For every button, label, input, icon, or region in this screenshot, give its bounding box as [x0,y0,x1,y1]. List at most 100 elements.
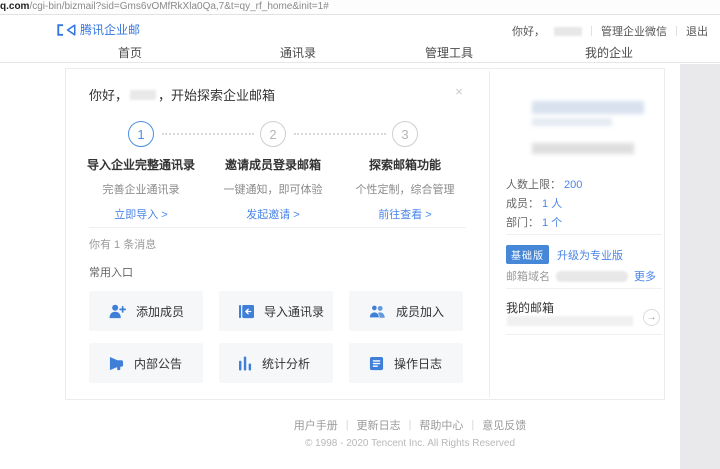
tab-admin-tools[interactable]: 管理工具 [425,44,473,61]
entry-label: 添加成员 [136,304,185,319]
footer-separator: | [471,419,475,431]
header-user-area: 你好， 管理企业微信 退出 [512,23,708,39]
import-contacts-icon [239,304,254,318]
section-divider [89,227,466,228]
step-2-title: 邀请成员登录邮箱 [224,158,321,172]
member-join-button[interactable]: 成员加入 [349,291,463,331]
greeting-suffix: ，开始探索企业邮箱 [158,88,276,103]
stat-label: 成员： [506,198,539,210]
redacted-company-name [532,101,644,114]
import-contacts-button[interactable]: 导入通讯录 [219,291,333,331]
domain-row: 邮箱域名 更多 [506,268,656,284]
redacted-company-subtitle [532,118,612,126]
copyright-text: © 1998 - 2020 Tencent Inc. All Rights Re… [304,438,516,449]
redacted-username [554,26,582,36]
step-3-circle: 3 [392,121,418,147]
step-3: 探索邮箱功能 个性定制，综合管理 前往查看 > [330,156,480,222]
sidebar-divider [506,288,662,289]
tab-my-enterprise[interactable]: 我的企业 [585,44,633,61]
operation-log-icon [369,356,384,370]
message-count-link[interactable]: 你有 1 条消息 [89,236,156,252]
step-1-desc: 完善企业通讯录 [102,184,180,196]
step-2-action-link[interactable]: 发起邀请 > [198,206,348,222]
add-member-icon [109,304,126,318]
redacted-email-address [507,316,633,326]
home-card: 你好， ，开始探索企业邮箱 × 1 2 3 导入企业完整通讯录 完善企业通讯录 … [65,68,665,400]
page-gutter [680,64,720,469]
url-path: /cgi-bin/bizmail?sid=Gms6vOMfRkXla0Qa,7&… [29,1,329,12]
stat-value: 200 [564,179,583,191]
plan-row: 基础版 升级为专业版 [506,245,623,264]
footer-links: 用户手册 | 更新日志 | 帮助中心 | 意见反馈 [294,417,527,433]
entry-label: 成员加入 [396,304,445,319]
header-separator [676,26,677,36]
add-member-button[interactable]: 添加成员 [89,291,203,331]
sidebar-divider [506,334,662,335]
stat-departments: 部门： 1 个 [506,214,562,230]
redacted-domain [556,270,628,282]
greeting-text: 你好， [512,26,545,38]
step-3-title: 探索邮箱功能 [368,158,441,172]
announcement-button[interactable]: 内部公告 [89,343,203,383]
logo-text: 腾讯企业邮 [80,23,141,37]
quick-entry-title: 常用入口 [89,267,133,279]
statistics-icon [239,356,252,370]
step-1-title: 导入企业完整通讯录 [86,158,195,172]
exmail-logo-icon [57,23,76,36]
entry-label: 导入通讯录 [264,304,325,319]
step-connector [294,133,386,135]
onboarding-greeting: 你好， ，开始探索企业邮箱 [89,85,275,104]
logout-link[interactable]: 退出 [686,23,708,39]
card-vertical-divider [489,71,490,397]
close-icon[interactable]: × [452,85,466,99]
stat-value: 1 个 [542,217,563,229]
arrow-right-icon: → [646,312,657,323]
app-header: 腾讯企业邮 你好， 管理企业微信 退出 [0,15,720,41]
operation-log-button[interactable]: 操作日志 [349,343,463,383]
my-mailbox-title: 我的邮箱 [506,301,555,315]
entry-label: 统计分析 [262,356,311,371]
entry-label: 操作日志 [394,356,443,371]
redacted-admin-name [130,89,157,100]
app-logo[interactable]: 腾讯企业邮 [57,21,140,38]
footer-link-user-manual[interactable]: 用户手册 [294,417,338,433]
screen: q.com/cgi-bin/bizmail?sid=Gms6vOMfRkXla0… [0,0,720,469]
step-2-desc: 一键通知，即可体验 [223,184,323,196]
footer-link-help-center[interactable]: 帮助中心 [419,417,463,433]
step-1-circle: 1 [128,121,154,147]
step-1: 导入企业完整通讯录 完善企业通讯录 立即导入 > [66,156,216,222]
stat-value: 1 人 [542,198,563,210]
footer-separator: | [408,419,412,431]
stat-label: 人数上限： [506,179,561,191]
statistics-button[interactable]: 统计分析 [219,343,333,383]
plan-badge: 基础版 [506,245,549,264]
tab-home[interactable]: 首页 [118,44,142,61]
footer-separator: | [345,419,349,431]
footer-link-changelog[interactable]: 更新日志 [357,417,401,433]
stat-label: 部门： [506,217,539,229]
go-to-mailbox-button[interactable]: → [643,309,660,326]
step-1-action-link[interactable]: 立即导入 > [66,206,216,222]
browser-address-bar[interactable]: q.com/cgi-bin/bizmail?sid=Gms6vOMfRkXla0… [0,0,720,15]
redacted-org-info [532,143,634,154]
entry-label: 内部公告 [134,356,183,371]
announcement-icon [109,356,124,370]
sidebar-divider [506,234,662,235]
main-nav: 首页 通讯录 管理工具 我的企业 [0,41,720,63]
step-3-action-link[interactable]: 前往查看 > [330,206,480,222]
manage-wechat-link[interactable]: 管理企业微信 [601,23,667,39]
step-2-circle: 2 [260,121,286,147]
member-join-icon [369,304,385,318]
step-connector [162,133,254,135]
greeting-prefix: 你好， [89,88,129,103]
tab-contacts[interactable]: 通讯录 [280,44,316,61]
header-separator [591,26,592,36]
upgrade-link[interactable]: 升级为专业版 [557,247,623,263]
step-2: 邀请成员登录邮箱 一键通知，即可体验 发起邀请 > [198,156,348,222]
step-3-desc: 个性定制，综合管理 [355,184,455,196]
footer-link-feedback[interactable]: 意见反馈 [482,417,526,433]
stat-member-limit: 人数上限： 200 [506,176,582,192]
stat-members: 成员： 1 人 [506,195,562,211]
domain-label: 邮箱域名 [506,271,550,283]
more-link[interactable]: 更多 [634,268,656,284]
